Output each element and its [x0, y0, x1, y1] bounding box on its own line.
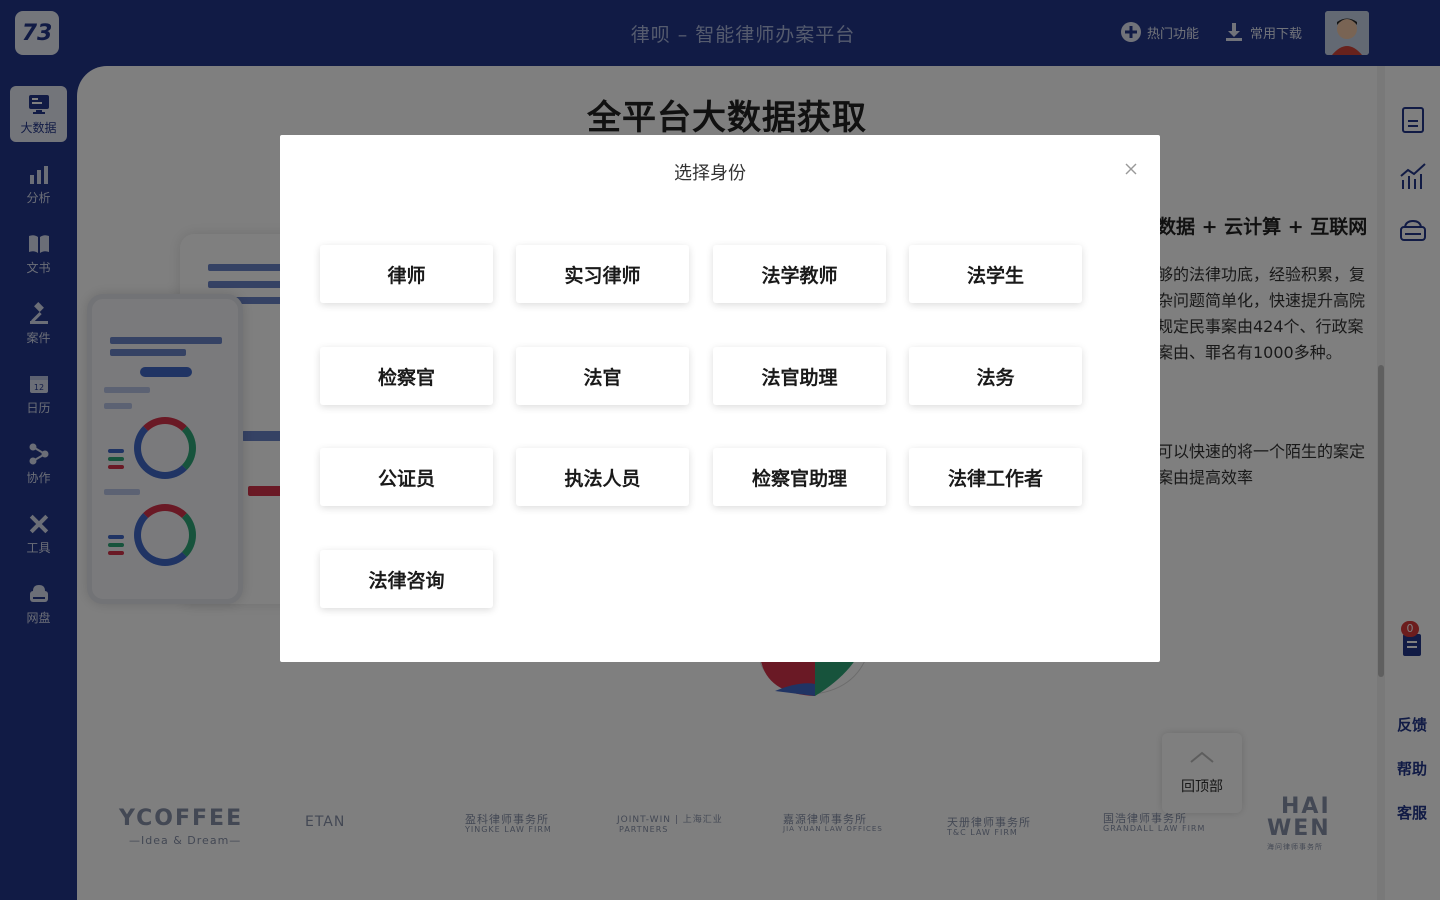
role-lawyer-button[interactable]: 律师 — [320, 245, 493, 303]
role-prosecutor-button[interactable]: 检察官 — [320, 347, 493, 405]
dialog-title: 选择身份 — [674, 163, 746, 184]
role-trainee-lawyer-button[interactable]: 实习律师 — [516, 245, 689, 303]
role-legal-worker-button[interactable]: 法律工作者 — [909, 448, 1082, 506]
role-judge-button[interactable]: 法官 — [516, 347, 689, 405]
role-legal-consultation-button[interactable]: 法律咨询 — [320, 550, 493, 608]
select-identity-dialog: 选择身份 律师 实习律师 法学教师 法学生 检察官 法官 法官助理 法务 公证员… — [280, 135, 1160, 662]
close-icon[interactable] — [1121, 159, 1141, 179]
role-law-teacher-button[interactable]: 法学教师 — [713, 245, 886, 303]
role-legal-affairs-button[interactable]: 法务 — [909, 347, 1082, 405]
role-law-student-button[interactable]: 法学生 — [909, 245, 1082, 303]
role-notary-button[interactable]: 公证员 — [320, 448, 493, 506]
role-law-enforcement-button[interactable]: 执法人员 — [516, 448, 689, 506]
role-judge-assistant-button[interactable]: 法官助理 — [713, 347, 886, 405]
role-prosecutor-assistant-button[interactable]: 检察官助理 — [713, 448, 886, 506]
